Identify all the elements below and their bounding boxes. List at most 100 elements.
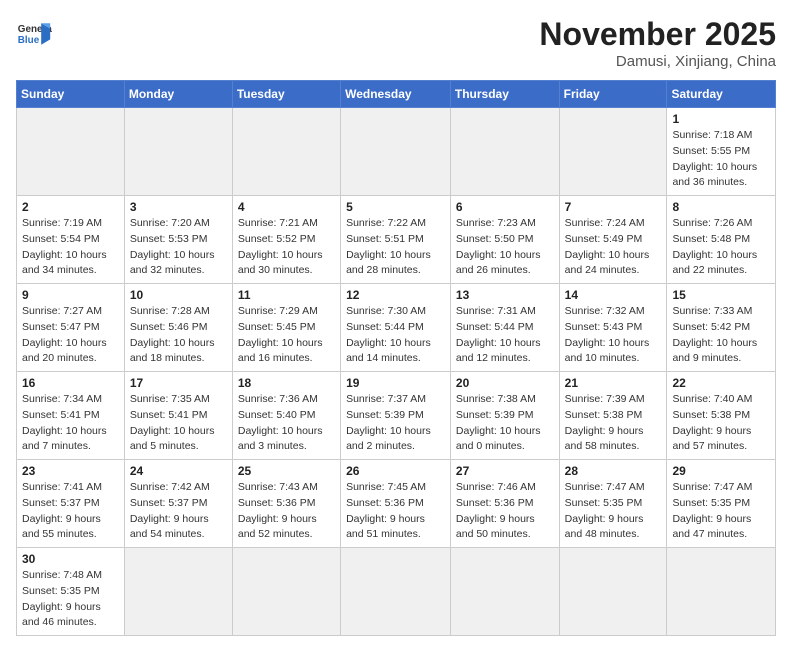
calendar-cell: 7 Sunrise: 7:24 AM Sunset: 5:49 PM Daylig…	[559, 196, 667, 284]
svg-text:Blue: Blue	[18, 35, 40, 46]
day-number: 13	[456, 288, 554, 302]
calendar-week-5: 23Sunrise: 7:41 AM Sunset: 5:37 PM Dayli…	[17, 460, 776, 548]
day-header-tuesday: Tuesday	[232, 81, 340, 108]
calendar-cell: 14Sunrise: 7:32 AM Sunset: 5:43 PM Dayli…	[559, 284, 667, 372]
day-number: 28	[565, 464, 662, 478]
calendar-cell: 15Sunrise: 7:33 AM Sunset: 5:42 PM Dayli…	[667, 284, 776, 372]
calendar-cell	[124, 548, 232, 636]
day-number: 21	[565, 376, 662, 390]
day-number: 18	[238, 376, 335, 390]
day-number: 2	[22, 200, 119, 214]
day-number: 4	[238, 200, 335, 214]
calendar-cell	[559, 108, 667, 196]
day-info: Sunrise: 7:38 AM Sunset: 5:39 PM Dayligh…	[456, 392, 554, 455]
day-number: 16	[22, 376, 119, 390]
day-header-monday: Monday	[124, 81, 232, 108]
calendar-cell: 16 Sunrise: 7:34 AM Sunset: 5:41 PM Dayli…	[17, 372, 125, 460]
day-info: Sunrise: 7:46 AM Sunset: 5:36 PM Dayligh…	[456, 480, 554, 543]
calendar-week-2: 2Sunrise: 7:19 AM Sunset: 5:54 PM Daylig…	[17, 196, 776, 284]
calendar-cell: 13 Sunrise: 7:31 AM Sunset: 5:44 PM Dayli…	[450, 284, 559, 372]
day-info: Sunrise: 7:23 AM Sunset: 5:50 PM Dayligh…	[456, 216, 554, 279]
calendar-cell: 8 Sunrise: 7:26 AM Sunset: 5:48 PM Daylig…	[667, 196, 776, 284]
calendar-cell: 18Sunrise: 7:36 AM Sunset: 5:40 PM Dayli…	[232, 372, 340, 460]
day-header-thursday: Thursday	[450, 81, 559, 108]
calendar-cell: 10 Sunrise: 7:28 AM Sunset: 5:46 PM Dayli…	[124, 284, 232, 372]
day-info: Sunrise: 7:39 AM Sunset: 5:38 PM Dayligh…	[565, 392, 662, 455]
day-number: 3	[130, 200, 227, 214]
calendar-week-4: 16 Sunrise: 7:34 AM Sunset: 5:41 PM Dayli…	[17, 372, 776, 460]
calendar-cell: 26 Sunrise: 7:45 AM Sunset: 5:36 PM Dayli…	[341, 460, 451, 548]
day-number: 17	[130, 376, 227, 390]
calendar-cell	[667, 548, 776, 636]
day-number: 26	[346, 464, 445, 478]
day-info: Sunrise: 7:37 AM Sunset: 5:39 PM Dayligh…	[346, 392, 445, 455]
logo: General Blue	[16, 16, 52, 52]
calendar-cell: 2Sunrise: 7:19 AM Sunset: 5:54 PM Daylig…	[17, 196, 125, 284]
day-number: 22	[672, 376, 770, 390]
calendar-cell	[232, 548, 340, 636]
day-info: Sunrise: 7:34 AM Sunset: 5:41 PM Dayligh…	[22, 392, 119, 455]
day-number: 27	[456, 464, 554, 478]
day-info: Sunrise: 7:27 AM Sunset: 5:47 PM Dayligh…	[22, 304, 119, 367]
calendar-cell: 19 Sunrise: 7:37 AM Sunset: 5:39 PM Dayli…	[341, 372, 451, 460]
logo-icon: General Blue	[16, 16, 52, 52]
day-number: 1	[672, 112, 770, 126]
calendar-cell: 6 Sunrise: 7:23 AM Sunset: 5:50 PM Daylig…	[450, 196, 559, 284]
day-header-saturday: Saturday	[667, 81, 776, 108]
calendar-cell	[124, 108, 232, 196]
calendar-cell: 29 Sunrise: 7:47 AM Sunset: 5:35 PM Dayli…	[667, 460, 776, 548]
header: General Blue November 2025 Damusi, Xinji…	[16, 16, 776, 70]
day-number: 7	[565, 200, 662, 214]
calendar-cell	[559, 548, 667, 636]
day-info: Sunrise: 7:24 AM Sunset: 5:49 PM Dayligh…	[565, 216, 662, 279]
day-info: Sunrise: 7:40 AM Sunset: 5:38 PM Dayligh…	[672, 392, 770, 455]
day-info: Sunrise: 7:43 AM Sunset: 5:36 PM Dayligh…	[238, 480, 335, 543]
day-number: 6	[456, 200, 554, 214]
calendar-cell: 30 Sunrise: 7:48 AM Sunset: 5:35 PM Dayli…	[17, 548, 125, 636]
day-info: Sunrise: 7:48 AM Sunset: 5:35 PM Dayligh…	[22, 568, 119, 631]
calendar-cell: 9 Sunrise: 7:27 AM Sunset: 5:47 PM Daylig…	[17, 284, 125, 372]
calendar-cell: 20 Sunrise: 7:38 AM Sunset: 5:39 PM Dayli…	[450, 372, 559, 460]
calendar-cell: 25 Sunrise: 7:43 AM Sunset: 5:36 PM Dayli…	[232, 460, 340, 548]
calendar-week-3: 9 Sunrise: 7:27 AM Sunset: 5:47 PM Daylig…	[17, 284, 776, 372]
day-number: 20	[456, 376, 554, 390]
calendar-cell: 17Sunrise: 7:35 AM Sunset: 5:41 PM Dayli…	[124, 372, 232, 460]
day-number: 30	[22, 552, 119, 566]
calendar-cell: 22 Sunrise: 7:40 AM Sunset: 5:38 PM Dayli…	[667, 372, 776, 460]
day-number: 24	[130, 464, 227, 478]
day-info: Sunrise: 7:47 AM Sunset: 5:35 PM Dayligh…	[565, 480, 662, 543]
day-number: 25	[238, 464, 335, 478]
day-info: Sunrise: 7:42 AM Sunset: 5:37 PM Dayligh…	[130, 480, 227, 543]
calendar-cell: 28 Sunrise: 7:47 AM Sunset: 5:35 PM Dayli…	[559, 460, 667, 548]
day-header-sunday: Sunday	[17, 81, 125, 108]
day-info: Sunrise: 7:20 AM Sunset: 5:53 PM Dayligh…	[130, 216, 227, 279]
day-header-wednesday: Wednesday	[341, 81, 451, 108]
calendar-cell: 12Sunrise: 7:30 AM Sunset: 5:44 PM Dayli…	[341, 284, 451, 372]
day-info: Sunrise: 7:26 AM Sunset: 5:48 PM Dayligh…	[672, 216, 770, 279]
day-number: 29	[672, 464, 770, 478]
calendar-cell: 21 Sunrise: 7:39 AM Sunset: 5:38 PM Dayli…	[559, 372, 667, 460]
day-info: Sunrise: 7:32 AM Sunset: 5:43 PM Dayligh…	[565, 304, 662, 367]
calendar-table: SundayMondayTuesdayWednesdayThursdayFrid…	[16, 80, 776, 636]
day-info: Sunrise: 7:45 AM Sunset: 5:36 PM Dayligh…	[346, 480, 445, 543]
calendar-cell: 11Sunrise: 7:29 AM Sunset: 5:45 PM Dayli…	[232, 284, 340, 372]
calendar-week-6: 30 Sunrise: 7:48 AM Sunset: 5:35 PM Dayli…	[17, 548, 776, 636]
calendar-week-1: 1Sunrise: 7:18 AM Sunset: 5:55 PM Daylig…	[17, 108, 776, 196]
day-number: 11	[238, 288, 335, 302]
day-header-friday: Friday	[559, 81, 667, 108]
day-number: 5	[346, 200, 445, 214]
day-info: Sunrise: 7:21 AM Sunset: 5:52 PM Dayligh…	[238, 216, 335, 279]
day-number: 10	[130, 288, 227, 302]
day-number: 12	[346, 288, 445, 302]
day-number: 8	[672, 200, 770, 214]
day-info: Sunrise: 7:31 AM Sunset: 5:44 PM Dayligh…	[456, 304, 554, 367]
day-number: 19	[346, 376, 445, 390]
calendar-cell	[17, 108, 125, 196]
calendar-cell	[232, 108, 340, 196]
calendar-cell: 3 Sunrise: 7:20 AM Sunset: 5:53 PM Daylig…	[124, 196, 232, 284]
day-info: Sunrise: 7:28 AM Sunset: 5:46 PM Dayligh…	[130, 304, 227, 367]
calendar-cell: 1Sunrise: 7:18 AM Sunset: 5:55 PM Daylig…	[667, 108, 776, 196]
day-info: Sunrise: 7:47 AM Sunset: 5:35 PM Dayligh…	[672, 480, 770, 543]
calendar-cell: 24 Sunrise: 7:42 AM Sunset: 5:37 PM Dayli…	[124, 460, 232, 548]
day-number: 9	[22, 288, 119, 302]
